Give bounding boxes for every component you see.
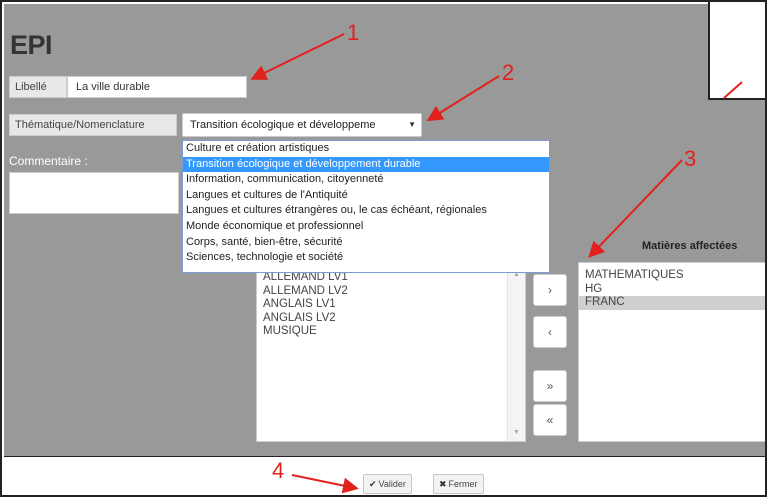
overlay-callout-box <box>708 2 765 100</box>
validate-label: Valider <box>378 479 406 489</box>
commentaire-textarea[interactable] <box>9 172 179 214</box>
available-subjects-list[interactable]: ALLEMAND LV1 ALLEMAND LV2 ANGLAIS LV1 ANGLA… <box>256 264 526 442</box>
available-subject-item[interactable]: MUSIQUE <box>257 325 525 339</box>
dropdown-option[interactable]: Corps, santé, bien-être, sécurité <box>183 235 549 251</box>
thematique-label: Thématique/Nomenclature <box>9 114 177 136</box>
libelle-input[interactable]: La ville durable <box>67 76 247 98</box>
available-subject-item[interactable]: ALLEMAND LV1 <box>257 271 525 285</box>
annotation-4: 4 <box>272 458 285 483</box>
thematique-selected-value: Transition écologique et développeme <box>190 119 376 131</box>
close-label: Fermer <box>448 479 478 489</box>
available-subject-item[interactable]: ANGLAIS LV2 <box>257 312 525 326</box>
assigned-subject-item[interactable]: MATHEMATIQUES <box>579 269 765 283</box>
dialog-footer: ✔ Valider ✖ Fermer <box>4 456 765 495</box>
close-button[interactable]: ✖ Fermer <box>433 474 484 494</box>
dropdown-option[interactable]: Langues et cultures étrangères ou, le ca… <box>183 203 549 219</box>
add-subject-button[interactable]: › <box>533 274 567 306</box>
check-icon: ✔ <box>369 479 377 489</box>
dropdown-option[interactable]: Culture et création artistiques <box>183 141 549 157</box>
available-subject-item[interactable]: ALLEMAND LV2 <box>257 285 525 299</box>
close-icon: ✖ <box>439 479 447 489</box>
remove-subject-button[interactable]: ‹ <box>533 316 567 348</box>
assigned-subject-item[interactable]: FRANC <box>579 296 765 310</box>
assigned-subject-item[interactable]: HG <box>579 283 765 297</box>
dropdown-option[interactable]: Information, communication, citoyenneté <box>183 172 549 188</box>
remove-all-subjects-button[interactable]: « <box>533 404 567 436</box>
epi-dialog: EPI Libellé La ville durable Thématique/… <box>0 0 767 497</box>
dropdown-option[interactable]: Monde économique et professionnel <box>183 219 549 235</box>
thematique-dropdown-list[interactable]: Culture et création artistiques Transitio… <box>182 140 550 273</box>
chevron-down-icon: ▼ <box>408 120 416 129</box>
dropdown-option[interactable]: Langues et cultures de l'Antiquité <box>183 188 549 204</box>
thematique-select[interactable]: Transition écologique et développeme ▼ <box>182 113 422 137</box>
assigned-subjects-list[interactable]: MATHEMATIQUES HG FRANC <box>578 262 765 442</box>
assigned-subjects-heading: Matières affectées <box>642 240 738 252</box>
commentaire-label: Commentaire : <box>9 154 88 168</box>
dropdown-option[interactable]: Sciences, technologie et société <box>183 250 549 266</box>
dropdown-option[interactable]: Transition écologique et développement d… <box>183 156 549 173</box>
annotation-1: 1 <box>347 20 360 45</box>
available-list-scrollbar[interactable]: ▲ ▼ <box>507 265 525 441</box>
validate-button[interactable]: ✔ Valider <box>363 474 412 494</box>
page-title: EPI <box>10 30 53 60</box>
libelle-label: Libellé <box>9 76 67 98</box>
annotation-3: 3 <box>684 146 697 171</box>
form-panel: EPI Libellé La ville durable Thématique/… <box>4 4 765 456</box>
annotation-2: 2 <box>502 60 515 85</box>
add-all-subjects-button[interactable]: » <box>533 370 567 402</box>
available-subject-item[interactable]: ANGLAIS LV1 <box>257 298 525 312</box>
scroll-down-icon[interactable]: ▼ <box>513 429 520 436</box>
